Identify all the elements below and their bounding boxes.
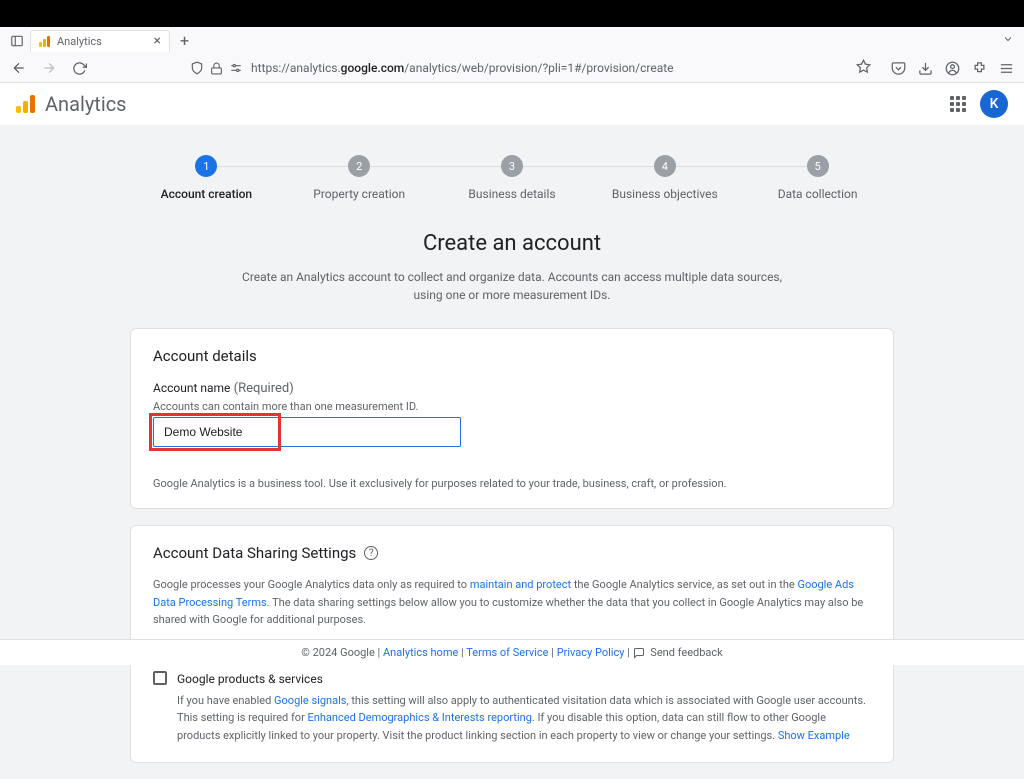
step-label: Business details	[468, 187, 555, 201]
step-label: Property creation	[313, 187, 405, 201]
google-signals-link[interactable]: Google signals	[274, 694, 346, 707]
maintain-protect-link[interactable]: maintain and protect	[470, 578, 571, 591]
account-details-card: Account details Account name (Required) …	[130, 328, 894, 509]
step-label: Business objectives	[612, 187, 718, 201]
lock-icon[interactable]	[210, 62, 223, 75]
url-bar: https://analytics.google.com/analytics/w…	[0, 54, 1024, 82]
tab-bar: Analytics × +	[0, 27, 1024, 54]
step-business-details: 3 Business details	[436, 155, 589, 201]
stepper: 1 Account creation 2 Property creation 3…	[0, 155, 1024, 231]
business-disclaimer: Google Analytics is a business tool. Use…	[153, 477, 871, 490]
step-property-creation: 2 Property creation	[283, 155, 436, 201]
analytics-logo-icon	[16, 95, 35, 113]
new-tab-button[interactable]: +	[174, 31, 195, 50]
permissions-icon[interactable]	[229, 61, 243, 75]
help-icon[interactable]: ?	[364, 546, 378, 560]
browser-tab[interactable]: Analytics ×	[30, 30, 170, 52]
card-title: Account details	[153, 347, 871, 365]
download-icon[interactable]	[918, 61, 933, 76]
browser-chrome: Analytics × + https://analytics.google.c…	[0, 27, 1024, 83]
account-name-label: Account name	[153, 381, 230, 395]
step-business-objectives: 4 Business objectives	[588, 155, 741, 201]
enhanced-demographics-link[interactable]: Enhanced Demographics & Interests report…	[308, 711, 532, 724]
extensions-icon[interactable]	[972, 61, 987, 76]
step-label: Account creation	[161, 187, 252, 201]
sharing-paragraph-1: Google processes your Google Analytics d…	[153, 576, 871, 629]
step-number: 2	[348, 155, 370, 177]
step-number: 4	[654, 155, 676, 177]
feedback-icon	[633, 647, 645, 659]
step-number: 3	[501, 155, 523, 177]
pocket-icon[interactable]	[891, 61, 906, 76]
terms-link[interactable]: Terms of Service	[466, 646, 548, 659]
tab-label: Analytics	[57, 35, 102, 48]
main-content: 1 Account creation 2 Property creation 3…	[0, 125, 1024, 779]
show-example-link[interactable]: Show Example	[778, 729, 850, 742]
privacy-link[interactable]: Privacy Policy	[557, 646, 625, 659]
google-products-checkbox[interactable]	[153, 671, 167, 685]
step-account-creation[interactable]: 1 Account creation	[130, 155, 283, 201]
account-name-hint: Accounts can contain more than one measu…	[153, 400, 871, 413]
account-name-input[interactable]	[153, 417, 461, 447]
address-bar[interactable]: https://analytics.google.com/analytics/w…	[190, 61, 844, 75]
page-title: Create an account	[0, 231, 1024, 256]
user-avatar[interactable]: K	[980, 90, 1008, 118]
forward-button	[40, 59, 58, 77]
analytics-favicon-icon	[39, 35, 51, 47]
copyright-text: © 2024 Google |	[301, 646, 383, 659]
url-text: https://analytics.google.com/analytics/w…	[251, 61, 674, 75]
window-top-bar	[0, 0, 1024, 27]
menu-icon[interactable]	[999, 61, 1014, 76]
analytics-home-link[interactable]: Analytics home	[383, 646, 458, 659]
reload-button[interactable]	[70, 59, 88, 77]
step-number: 5	[807, 155, 829, 177]
option-description: If you have enabled Google signals, this…	[177, 694, 866, 742]
shield-icon[interactable]	[190, 61, 204, 75]
security-icons	[190, 61, 243, 75]
app-title: Analytics	[45, 92, 127, 116]
account-icon[interactable]	[945, 61, 960, 76]
card-title: Account Data Sharing Settings	[153, 544, 356, 562]
toolbar-right-icons	[891, 61, 1014, 76]
google-products-option: Google products & services If you have e…	[153, 670, 871, 744]
app-header: Analytics K	[0, 83, 1024, 125]
send-feedback-link[interactable]: Send feedback	[650, 646, 722, 659]
option-title: Google products & services	[177, 670, 871, 689]
step-label: Data collection	[778, 187, 858, 201]
step-data-collection: 5 Data collection	[741, 155, 894, 201]
required-label: (Required)	[230, 381, 293, 396]
tab-close-icon[interactable]: ×	[154, 34, 161, 48]
step-number: 1	[195, 155, 217, 177]
sidebar-toggle-icon[interactable]	[8, 32, 26, 50]
page-subtitle: Create an Analytics account to collect a…	[232, 268, 792, 304]
tab-list-chevron-icon[interactable]	[1002, 33, 1014, 49]
back-button[interactable]	[10, 59, 28, 77]
google-apps-icon[interactable]	[950, 96, 966, 112]
bookmark-icon[interactable]	[856, 59, 871, 78]
footer: © 2024 Google | Analytics home | Terms o…	[0, 639, 1024, 665]
